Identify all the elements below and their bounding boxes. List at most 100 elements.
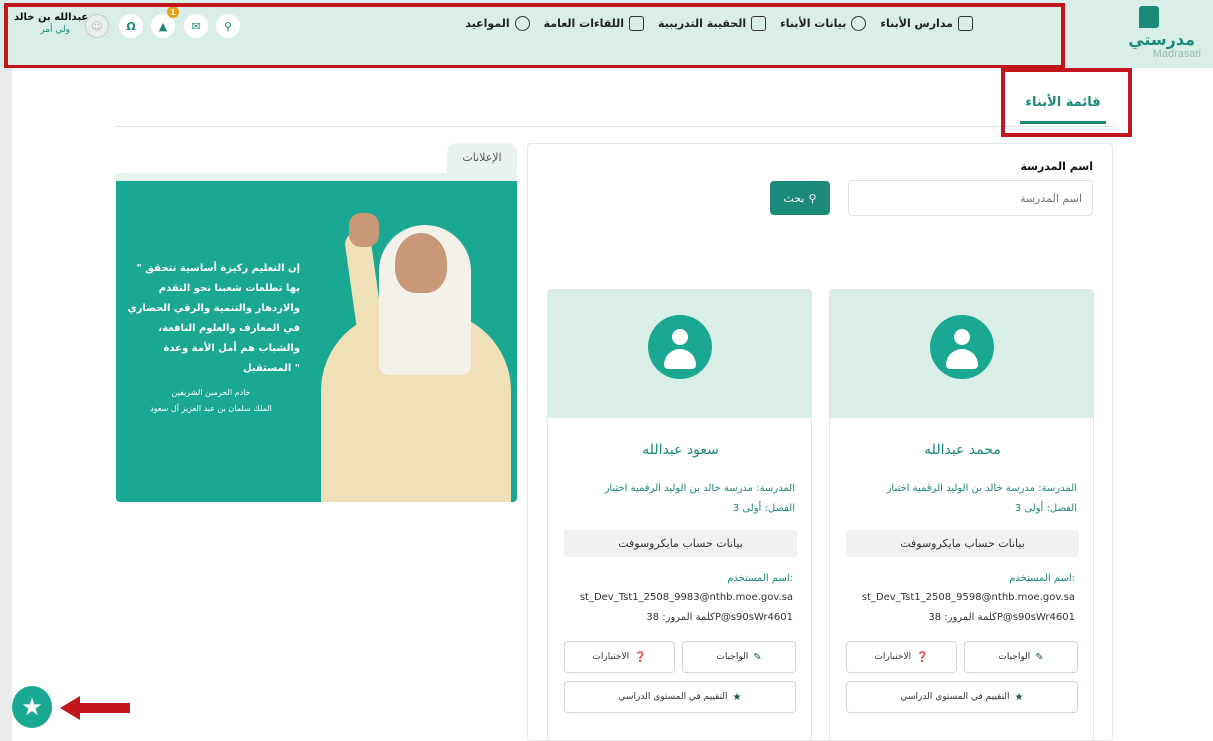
child-avatar-icon — [930, 315, 994, 379]
child-name[interactable]: محمد عبدالله — [830, 442, 1093, 458]
username-label: اسم المستخدم: — [727, 573, 793, 584]
child-class: الفصل: أولى 3 — [1015, 503, 1077, 514]
school-search-button[interactable]: ⚲ بحث — [770, 181, 830, 215]
user-avatar-icon: ☺ — [91, 19, 103, 33]
star-icon: ★ — [1014, 691, 1024, 703]
child-school-value: مدرسة خالد بن الوليد الرقمية اختبار — [886, 483, 1036, 494]
nav-item-label: المواعيد — [465, 17, 510, 30]
password-row: كلمة المرور: 38P@s90sWr4601 — [646, 612, 793, 623]
evaluation-button[interactable]: ★ التقييم في المستوى الدراسي — [846, 681, 1078, 713]
child-class: الفصل: أولى 3 — [733, 503, 795, 514]
attribution-name: الملك سلمان بن عبد العزيز آل سعود — [150, 404, 272, 413]
homework-button-label: الواجبات — [998, 652, 1031, 662]
user-info[interactable]: عبدالله بن خالد ولي أمر — [14, 12, 89, 35]
tests-button[interactable]: ❓ الاختبارات — [846, 641, 957, 673]
nav-item-children-schools[interactable]: مدارس الأبناء — [880, 16, 973, 31]
nav-item-appointments[interactable]: المواعيد — [465, 16, 530, 31]
child-class-label: الفصل: — [1046, 503, 1078, 514]
evaluation-button[interactable]: ★ التقييم في المستوى الدراسي — [564, 681, 796, 713]
child-avatar-icon — [648, 315, 712, 379]
tests-button[interactable]: ❓ الاختبارات — [564, 641, 675, 673]
nav-item-label: الحقيبة التدريبية — [658, 17, 747, 30]
tests-button-label: الاختبارات — [874, 652, 912, 662]
child-school: المدرسة: مدرسة خالد بن الوليد الرقمية اخ… — [605, 483, 795, 494]
microsoft-account-title: بيانات حساب مايكروسوفت — [564, 530, 797, 557]
school-icon — [958, 16, 973, 31]
child-card: محمد عبدالله المدرسة: مدرسة خالد بن الول… — [829, 289, 1094, 741]
top-navigation-bar: مدرستي Madrasati مدارس الأبناء بيانات ال… — [0, 0, 1213, 68]
search-icon: ⚲ — [808, 191, 817, 205]
left-strip — [0, 68, 12, 741]
logo-mark-icon — [1139, 6, 1159, 28]
nav-item-label: مدارس الأبناء — [880, 17, 953, 30]
accessibility-button[interactable]: ★ — [12, 686, 52, 728]
children-icon — [851, 16, 867, 31]
accessibility-icon: ★ — [21, 693, 43, 721]
child-school-value: مدرسة خالد بن الوليد الرقمية اختبار — [604, 483, 754, 494]
tabs-divider — [115, 126, 1115, 127]
pencil-icon: ✎ — [753, 651, 762, 663]
avatar[interactable]: ☺ — [85, 14, 109, 38]
nav-item-training-bag[interactable]: الحقيبة التدريبية — [658, 16, 767, 31]
search-button[interactable]: ⚲ — [216, 14, 240, 38]
logo-text-en: Madrasati — [1152, 48, 1201, 60]
username-value: st_Dev_Tst1_2508_9598@nthb.moe.gov.sa — [861, 592, 1075, 603]
child-name[interactable]: سعود عبدالله — [548, 442, 811, 458]
homework-button[interactable]: ✎ الواجبات — [682, 641, 796, 673]
password-label: كلمة المرور: — [662, 612, 715, 623]
user-role: ولي أمر — [40, 25, 70, 35]
school-name-input[interactable] — [848, 180, 1093, 216]
notification-badge: 1 — [167, 6, 179, 18]
question-icon: ❓ — [634, 651, 647, 663]
nav-item-public-meetings[interactable]: اللقاءات العامة — [543, 16, 645, 31]
notifications-button[interactable]: ▲ 1 — [151, 6, 179, 38]
search-icon: ⚲ — [223, 19, 233, 33]
username-value: st_Dev_Tst1_2508_9983@nthb.moe.gov.sa — [579, 592, 793, 603]
nav-item-label: اللقاءات العامة — [543, 17, 625, 30]
portrait-face — [395, 233, 447, 293]
tests-button-label: الاختبارات — [592, 652, 630, 662]
question-icon: ❓ — [916, 651, 929, 663]
support-button[interactable]: Ω — [119, 14, 143, 38]
search-button-label: بحث — [783, 191, 805, 205]
announcement-banner: " إن التعليم ركيزة أساسية تتحقق بها تطلع… — [116, 173, 517, 502]
username-label: اسم المستخدم: — [1009, 573, 1075, 584]
child-class-value: أولى 3 — [732, 503, 762, 514]
microsoft-account-title: بيانات حساب مايكروسوفت — [846, 530, 1079, 557]
banner-attribution: خادم الحرمين الشريفين الملك سلمان بن عبد… — [136, 385, 286, 417]
bell-icon: ▲ — [158, 19, 168, 33]
user-name: عبدالله بن خالد — [14, 12, 89, 23]
envelope-icon: ✉ — [191, 19, 201, 33]
pencil-icon: ✎ — [1035, 651, 1044, 663]
star-icon: ★ — [732, 691, 742, 703]
pointer-arrow-icon — [60, 696, 130, 720]
homework-button[interactable]: ✎ الواجبات — [964, 641, 1078, 673]
evaluation-button-label: التقييم في المستوى الدراسي — [618, 692, 728, 702]
child-school-label: المدرسة: — [1038, 483, 1077, 494]
banner-quote: " إن التعليم ركيزة أساسية تتحقق بها تطلع… — [127, 263, 301, 374]
child-class-value: أولى 3 — [1014, 503, 1044, 514]
banner-top-strip — [116, 173, 517, 181]
evaluation-button-label: التقييم في المستوى الدراسي — [900, 692, 1010, 702]
madrasati-logo[interactable]: مدرستي Madrasati — [1128, 6, 1205, 62]
meeting-icon — [629, 16, 645, 31]
attribution-title: خادم الحرمين الشريفين — [171, 388, 251, 397]
child-card: سعود عبدالله المدرسة: مدرسة خالد بن الول… — [547, 289, 812, 741]
child-school-label: المدرسة: — [756, 483, 795, 494]
headset-icon: Ω — [126, 19, 136, 33]
announcements-tab[interactable]: الإعلانات — [447, 143, 517, 173]
child-school: المدرسة: مدرسة خالد بن الوليد الرقمية اخ… — [887, 483, 1077, 494]
highlight-frame-tab — [1001, 68, 1132, 137]
clock-icon — [514, 16, 530, 31]
messages-button[interactable]: ✉ — [184, 14, 208, 38]
logo-text-ar: مدرستي — [1128, 30, 1195, 49]
password-label: كلمة المرور: — [944, 612, 997, 623]
nav-item-children-data[interactable]: بيانات الأبناء — [780, 16, 867, 31]
bag-icon — [751, 16, 767, 31]
school-name-label: اسم المدرسة — [1020, 160, 1094, 173]
portrait-hand — [349, 213, 379, 247]
password-row: كلمة المرور: 38P@s90sWr4601 — [928, 612, 1075, 623]
banner-portrait — [321, 211, 517, 502]
main-nav: مدارس الأبناء بيانات الأبناء الحقيبة الت… — [465, 16, 973, 31]
child-class-label: الفصل: — [764, 503, 796, 514]
